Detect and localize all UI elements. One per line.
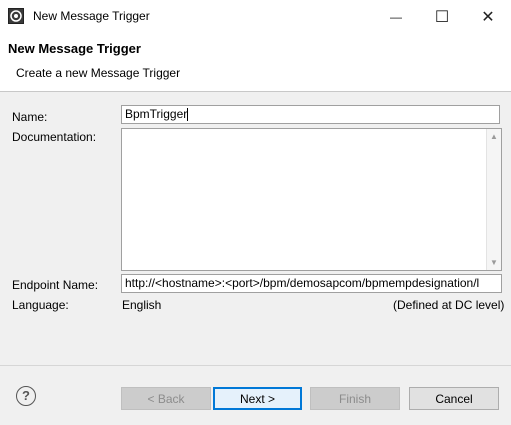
text-caret xyxy=(187,108,189,122)
cancel-button[interactable]: Cancel xyxy=(409,387,499,410)
page-subtitle: Create a new Message Trigger xyxy=(16,66,181,80)
scroll-up-icon[interactable]: ▲ xyxy=(490,132,498,141)
next-button[interactable]: Next > xyxy=(213,387,302,410)
name-label: Name: xyxy=(12,110,48,124)
language-value: English xyxy=(122,298,162,312)
help-icon: ? xyxy=(22,388,30,403)
name-value: BpmTrigger xyxy=(125,107,188,121)
maximize-button[interactable]: ☐ xyxy=(419,0,465,33)
minimize-button[interactable]: — xyxy=(373,0,419,33)
scroll-down-icon[interactable]: ▼ xyxy=(490,258,498,267)
footer-separator xyxy=(0,365,511,366)
name-input[interactable]: BpmTrigger xyxy=(121,105,500,124)
endpoint-name-input[interactable]: http://<hostname>:<port>/bpm/demosapcom/… xyxy=(121,274,502,293)
app-icon xyxy=(8,8,24,24)
language-note: (Defined at DC level) xyxy=(393,298,505,312)
documentation-label: Documentation: xyxy=(12,130,97,144)
maximize-icon: ☐ xyxy=(434,8,450,26)
close-button[interactable]: ✕ xyxy=(465,0,511,33)
back-button[interactable]: < Back xyxy=(121,387,211,410)
finish-button[interactable]: Finish xyxy=(310,387,400,410)
window-title: New Message Trigger xyxy=(33,9,150,23)
documentation-scrollbar[interactable]: ▲ ▼ xyxy=(486,129,501,270)
help-button[interactable]: ? xyxy=(16,386,36,406)
close-icon: ✕ xyxy=(481,8,495,26)
documentation-textarea[interactable]: ▲ ▼ xyxy=(121,128,502,271)
endpoint-name-value: http://<hostname>:<port>/bpm/demosapcom/… xyxy=(125,276,480,290)
endpoint-name-label: Endpoint Name: xyxy=(12,278,99,292)
language-label: Language: xyxy=(12,298,69,312)
page-title: New Message Trigger xyxy=(8,41,141,56)
minimize-icon: — xyxy=(390,9,402,24)
